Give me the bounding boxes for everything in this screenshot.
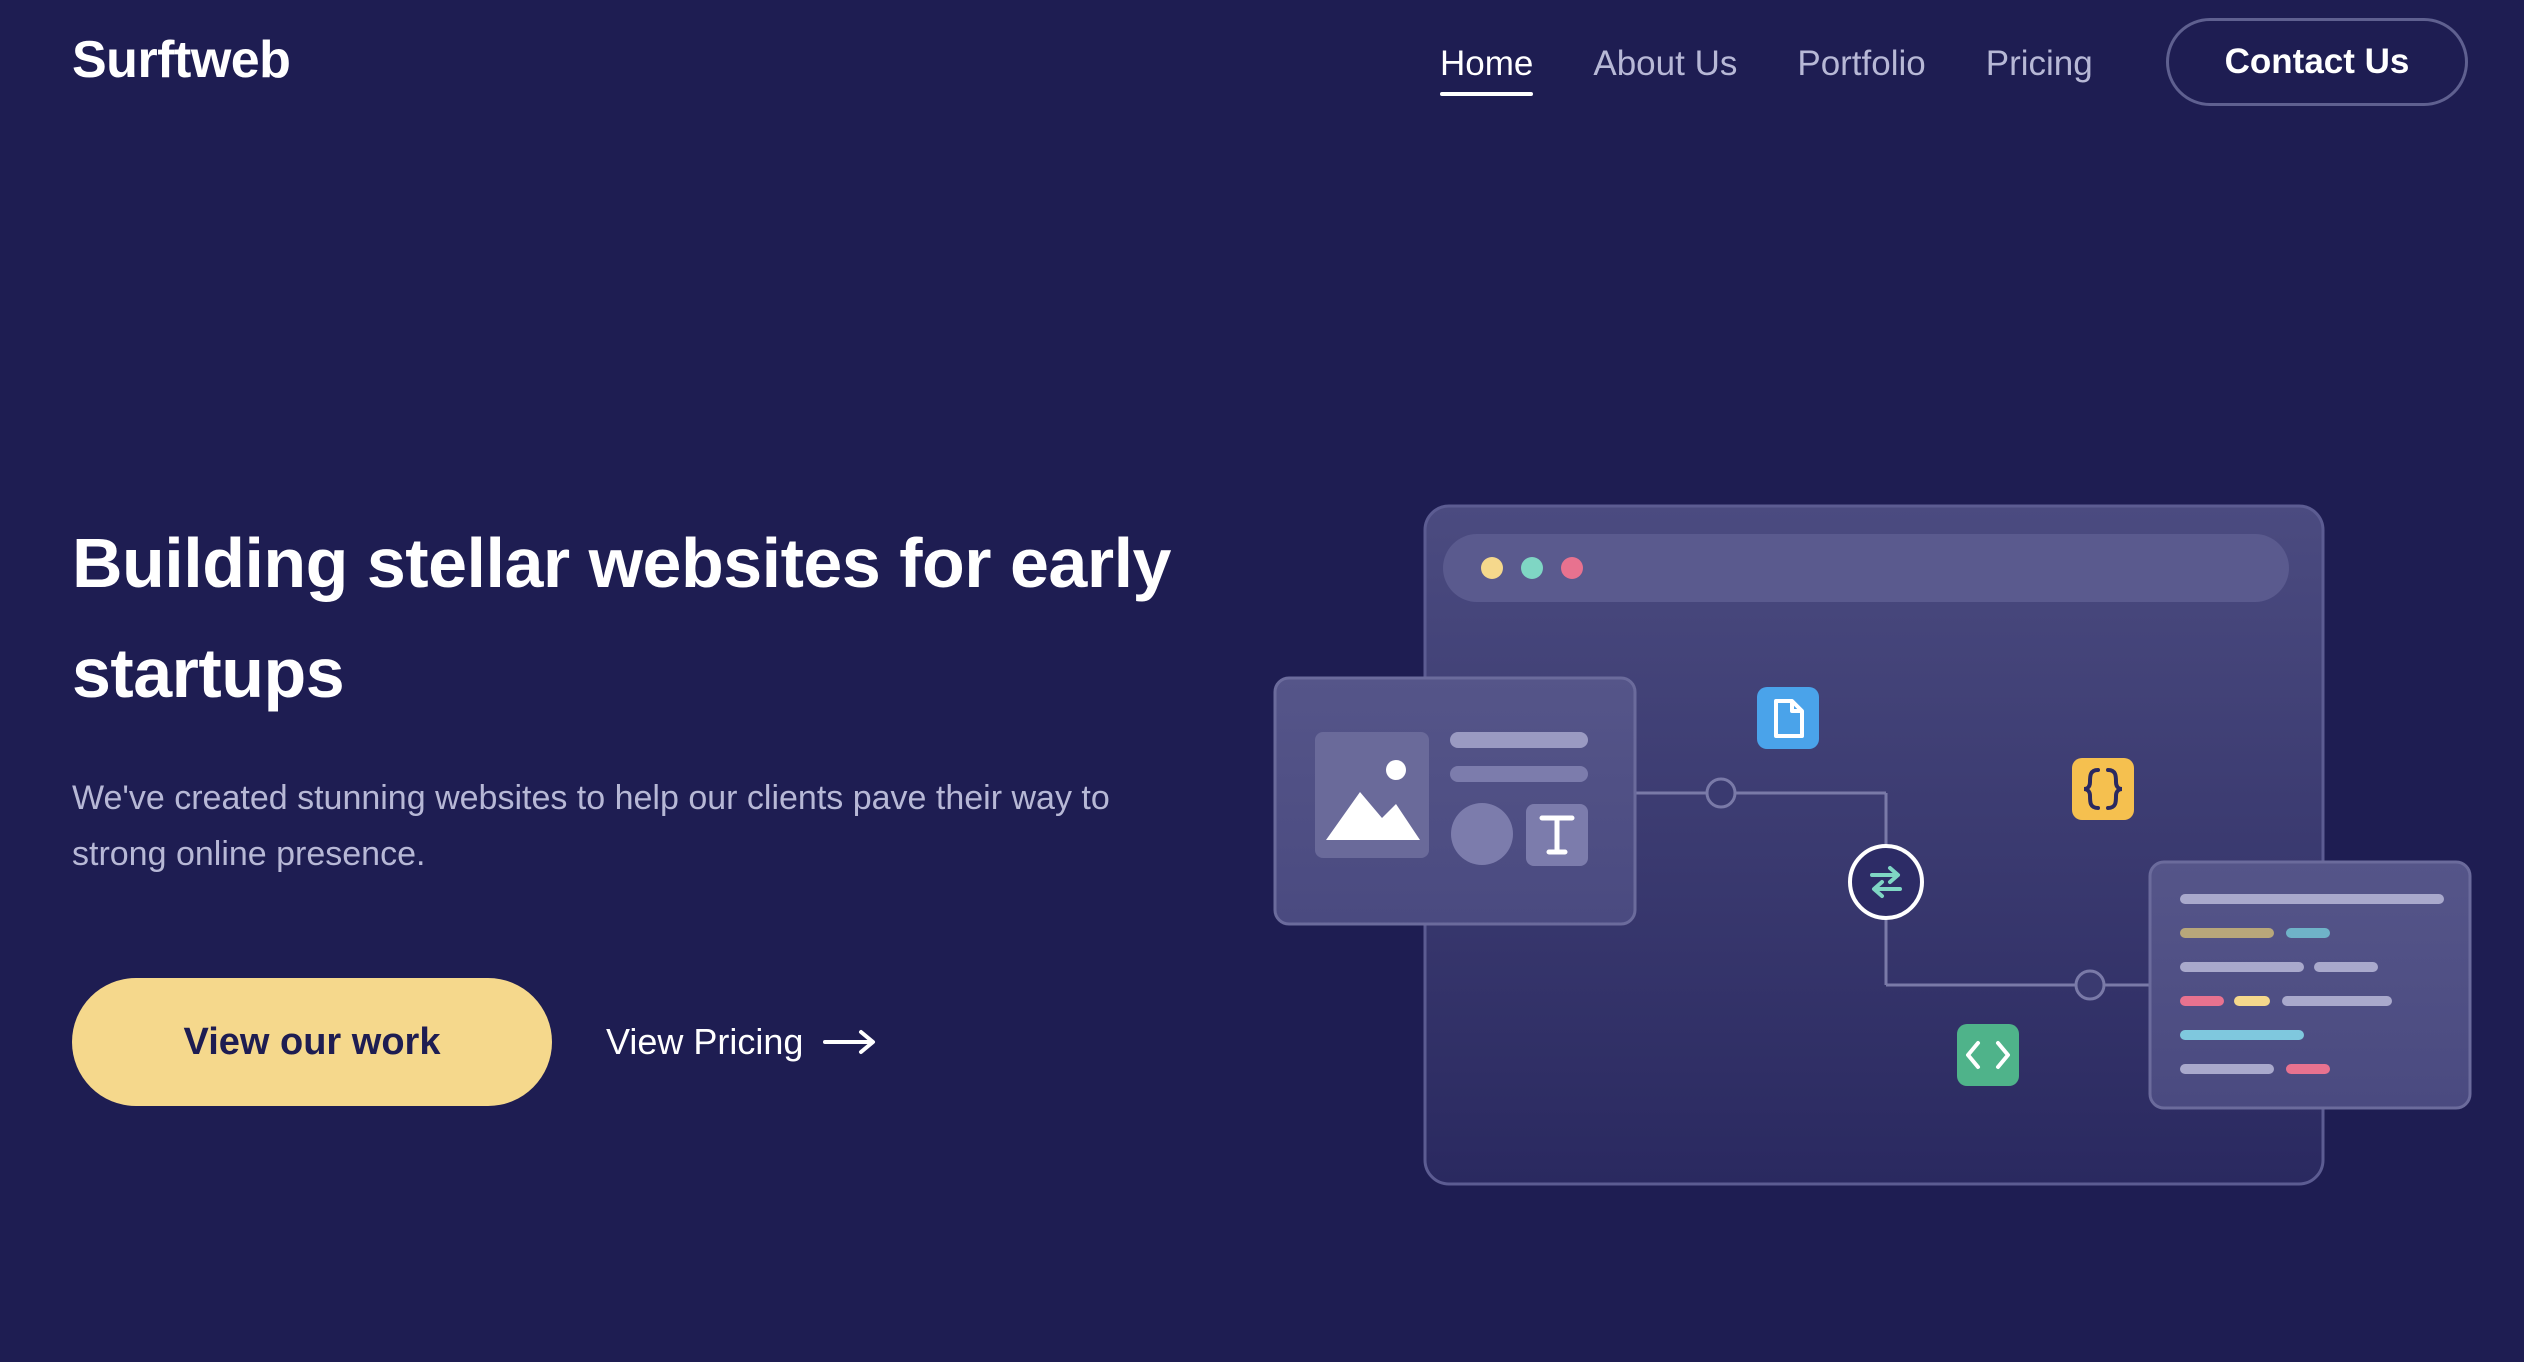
hero-title: Building stellar websites for early star… bbox=[72, 524, 1171, 712]
window-dot-pink bbox=[1561, 557, 1583, 579]
nav-pricing[interactable]: Pricing bbox=[1986, 44, 2093, 84]
view-pricing-label: View Pricing bbox=[606, 1021, 804, 1062]
window-dot-yellow bbox=[1481, 557, 1503, 579]
window-dot-green bbox=[1521, 557, 1543, 579]
arrow-right-icon bbox=[823, 1030, 876, 1054]
contact-us-button[interactable]: Contact Us bbox=[2166, 18, 2468, 106]
nav-about-us[interactable]: About Us bbox=[1593, 44, 1737, 84]
view-pricing-link[interactable]: View Pricing bbox=[606, 1010, 877, 1074]
circle-placeholder bbox=[1451, 803, 1513, 865]
main-nav: Home About Us Portfolio Pricing bbox=[1440, 18, 2153, 110]
file-icon bbox=[1757, 687, 1819, 749]
brand-logo[interactable]: Surftweb bbox=[72, 30, 291, 90]
connector-node-right bbox=[2074, 969, 2106, 1001]
nav-home[interactable]: Home bbox=[1440, 44, 1534, 96]
hero-illustration bbox=[1273, 504, 2472, 1186]
hero-description: We've created stunning websites to help … bbox=[72, 779, 1110, 873]
media-card bbox=[1273, 676, 1637, 926]
connector-node-left bbox=[1705, 777, 1737, 809]
code-tag-icon bbox=[1957, 1024, 2019, 1086]
code-braces-icon bbox=[2072, 758, 2134, 820]
sync-icon bbox=[1848, 844, 1924, 920]
nav-portfolio[interactable]: Portfolio bbox=[1797, 44, 1925, 84]
view-our-work-button[interactable]: View our work bbox=[72, 978, 552, 1106]
text-icon bbox=[1526, 804, 1588, 866]
image-icon bbox=[1315, 732, 1429, 858]
code-card bbox=[2148, 860, 2472, 1110]
